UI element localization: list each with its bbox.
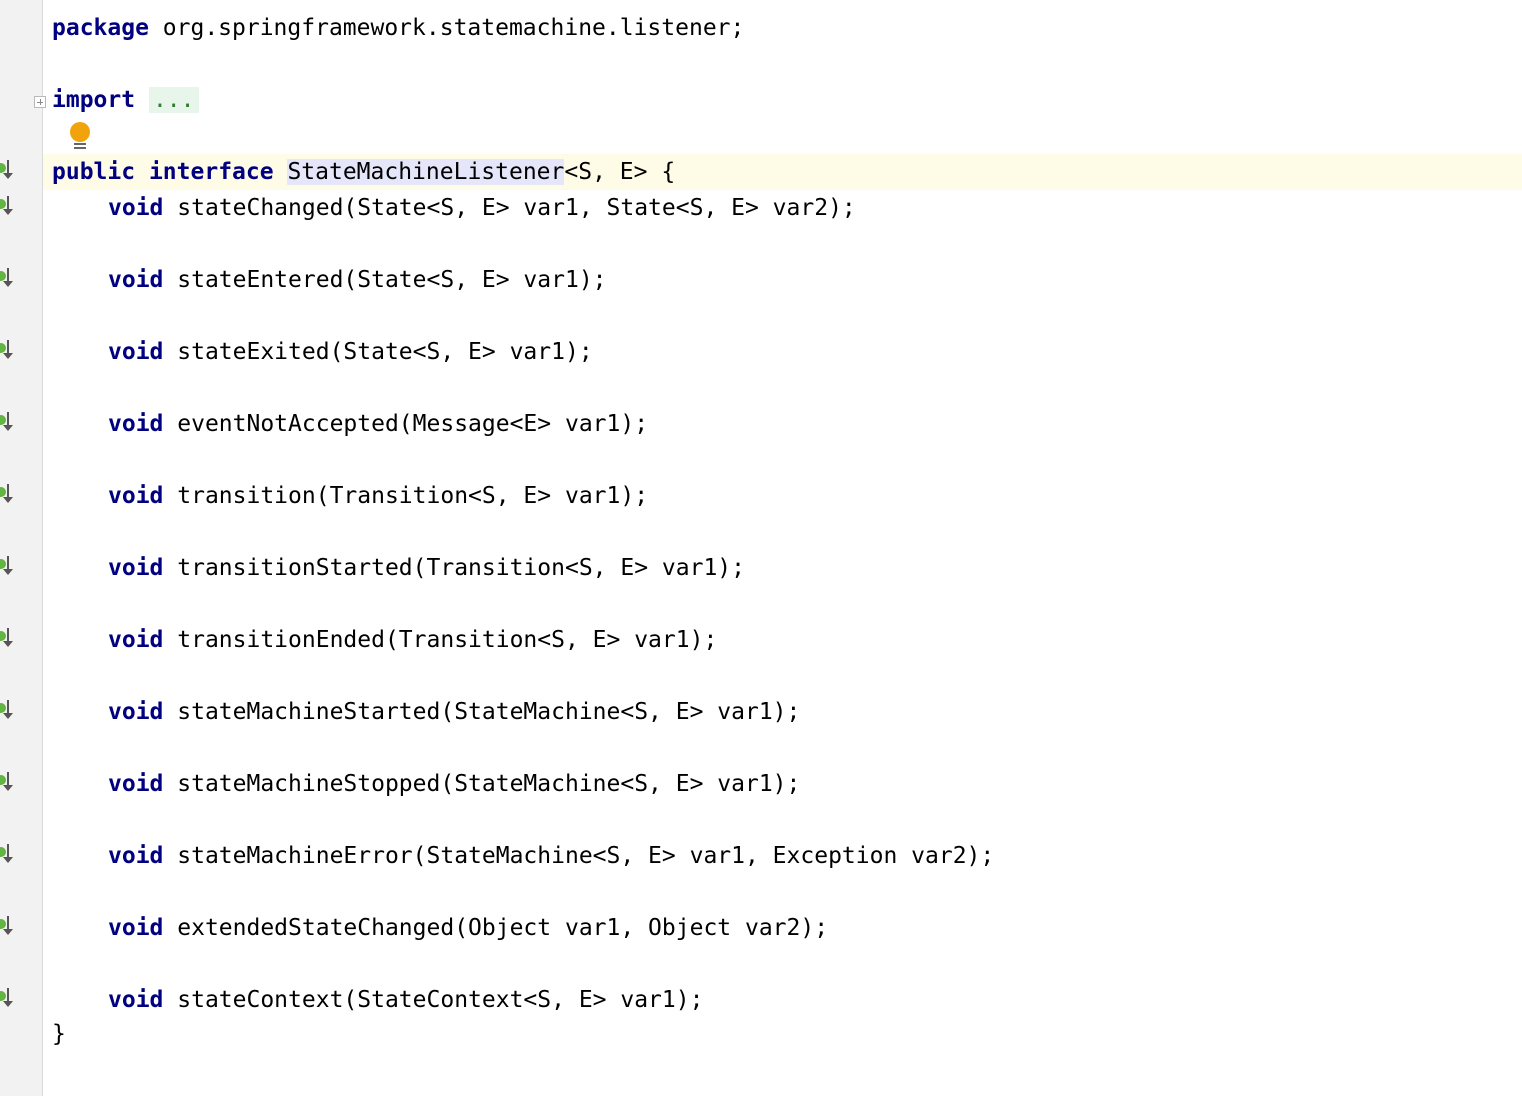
method-signature: stateMachineError(StateMachine<S, E> var… — [177, 843, 995, 869]
code-line-interface[interactable]: public interface StateMachineListener<S,… — [43, 154, 1522, 190]
method-signature: eventNotAccepted(Message<E> var1); — [177, 411, 649, 437]
code-line-method[interactable]: void stateMachineStopped(StateMachine<S,… — [0, 766, 1522, 802]
keyword-import: import — [52, 87, 136, 113]
interface-generics: <S, E> { — [564, 159, 676, 185]
method-signature: stateExited(State<S, E> var1); — [177, 339, 593, 365]
keyword-void: void — [108, 843, 164, 869]
implemented-method-icon[interactable] — [0, 412, 16, 434]
method-signature: extendedStateChanged(Object var1, Object… — [177, 915, 829, 941]
keyword-void: void — [108, 555, 164, 581]
keyword-public: public — [52, 159, 136, 185]
code-line-import[interactable]: import ... — [0, 82, 1522, 118]
code-line-closing-brace[interactable]: } — [0, 1016, 1522, 1052]
lightbulb-icon[interactable] — [68, 122, 92, 152]
code-line-method[interactable]: void stateExited(State<S, E> var1); — [0, 334, 1522, 370]
implemented-method-icon[interactable] — [0, 772, 16, 794]
keyword-void: void — [108, 915, 164, 941]
package-name: org.springframework.statemachine.listene… — [148, 15, 745, 41]
method-signature: transitionEnded(Transition<S, E> var1); — [177, 627, 718, 653]
method-signature: stateMachineStopped(StateMachine<S, E> v… — [177, 771, 801, 797]
method-signature: stateContext(StateContext<S, E> var1); — [177, 987, 704, 1013]
keyword-void: void — [108, 339, 164, 365]
interface-name[interactable]: StateMachineListener — [287, 159, 565, 185]
keyword-void: void — [108, 627, 164, 653]
implemented-method-icon[interactable] — [0, 700, 16, 722]
keyword-void: void — [108, 987, 164, 1013]
keyword-void: void — [108, 411, 164, 437]
code-line-method[interactable]: void stateEntered(State<S, E> var1); — [0, 262, 1522, 298]
code-editor[interactable]: package org.springframework.statemachine… — [0, 0, 1522, 1096]
method-signature: stateEntered(State<S, E> var1); — [177, 267, 607, 293]
method-signature: stateMachineStarted(StateMachine<S, E> v… — [177, 699, 801, 725]
method-signature: transitionStarted(Transition<S, E> var1)… — [177, 555, 745, 581]
keyword-void: void — [108, 771, 164, 797]
implemented-method-icon[interactable] — [0, 484, 16, 506]
keyword-void: void — [108, 195, 164, 221]
keyword-void: void — [108, 483, 164, 509]
folded-imports[interactable]: ... — [148, 87, 199, 113]
implemented-method-icon[interactable] — [0, 844, 16, 866]
implemented-method-icon[interactable] — [0, 340, 16, 362]
closing-brace: } — [52, 1021, 66, 1047]
implemented-method-icon[interactable] — [0, 268, 16, 290]
code-line-method[interactable]: void eventNotAccepted(Message<E> var1); — [0, 406, 1522, 442]
implemented-method-icon[interactable] — [0, 196, 16, 218]
implemented-method-icon[interactable] — [0, 160, 16, 182]
keyword-package: package — [52, 15, 149, 41]
keyword-void: void — [108, 267, 164, 293]
code-line-method[interactable]: void transition(Transition<S, E> var1); — [0, 478, 1522, 514]
code-line-method[interactable]: void transitionEnded(Transition<S, E> va… — [0, 622, 1522, 658]
code-line-method[interactable]: void stateContext(StateContext<S, E> var… — [0, 982, 1522, 1018]
code-line-method[interactable]: void stateChanged(State<S, E> var1, Stat… — [0, 190, 1522, 226]
method-signature: transition(Transition<S, E> var1); — [177, 483, 649, 509]
implemented-method-icon[interactable] — [0, 556, 16, 578]
code-line-method[interactable]: void transitionStarted(Transition<S, E> … — [0, 550, 1522, 586]
implemented-method-icon[interactable] — [0, 988, 16, 1010]
keyword-void: void — [108, 699, 164, 725]
implemented-method-icon[interactable] — [0, 628, 16, 650]
implemented-method-icon[interactable] — [0, 916, 16, 938]
code-line-method[interactable]: void extendedStateChanged(Object var1, O… — [0, 910, 1522, 946]
method-signature: stateChanged(State<S, E> var1, State<S, … — [177, 195, 856, 221]
keyword-interface: interface — [148, 159, 274, 185]
code-line-method[interactable]: void stateMachineError(StateMachine<S, E… — [0, 838, 1522, 874]
code-line-method[interactable]: void stateMachineStarted(StateMachine<S,… — [0, 694, 1522, 730]
code-line-package[interactable]: package org.springframework.statemachine… — [0, 10, 1522, 46]
